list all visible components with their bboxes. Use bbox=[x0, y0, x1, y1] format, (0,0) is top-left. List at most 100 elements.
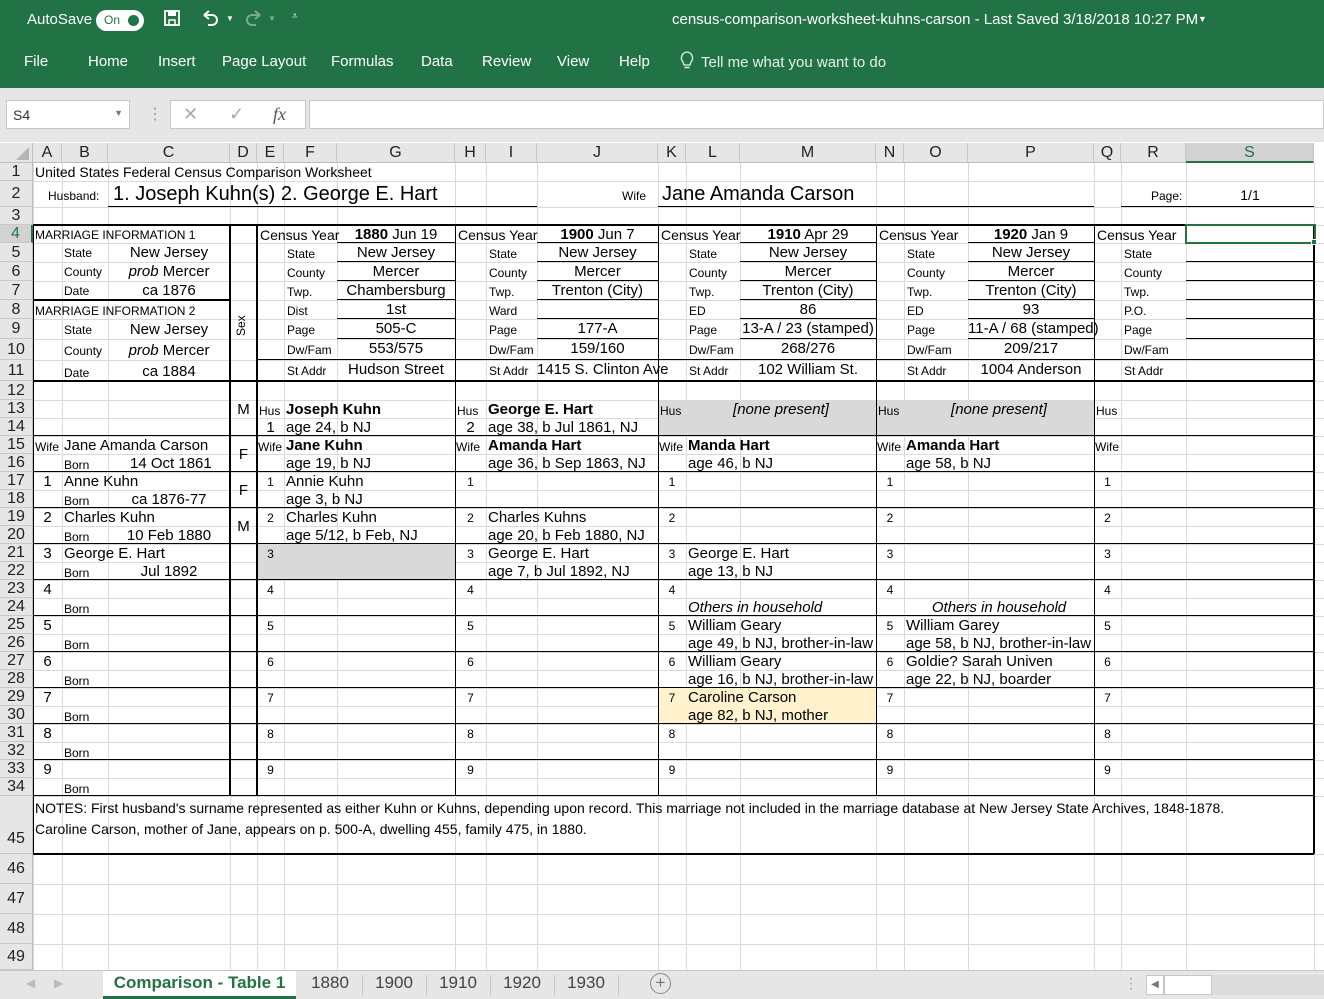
row-header-7[interactable]: 7 bbox=[0, 281, 33, 300]
sheet-tab-comparison-table-1[interactable]: Comparison - Table 1 bbox=[103, 971, 296, 999]
family-wife-name[interactable]: Jane Amanda Carson bbox=[64, 437, 208, 454]
row-header-24[interactable]: 24 bbox=[0, 598, 33, 616]
row-header-48[interactable]: 48 bbox=[0, 914, 33, 944]
row-header-19[interactable]: 19 bbox=[0, 508, 33, 526]
chevron-down-icon[interactable]: ▼ bbox=[114, 108, 123, 118]
wife-value[interactable]: Jane Amanda Carson bbox=[662, 183, 854, 206]
row-header-3[interactable]: 3 bbox=[0, 207, 33, 225]
row-header-21[interactable]: 21 bbox=[0, 544, 33, 562]
tab-help[interactable]: Help bbox=[619, 53, 650, 70]
row-header-26[interactable]: 26 bbox=[0, 634, 33, 652]
tab-page-layout[interactable]: Page Layout bbox=[222, 53, 306, 70]
column-header-e[interactable]: E bbox=[257, 143, 284, 163]
column-header-q[interactable]: Q bbox=[1094, 143, 1121, 163]
column-header-a[interactable]: A bbox=[33, 143, 62, 163]
row-header-22[interactable]: 22 bbox=[0, 562, 33, 580]
row-header-33[interactable]: 33 bbox=[0, 760, 33, 778]
row-header-18[interactable]: 18 bbox=[0, 490, 33, 508]
member-name[interactable]: Goldie? Sarah Univen bbox=[906, 653, 1053, 670]
row-header-23[interactable]: 23 bbox=[0, 580, 33, 598]
autosave-toggle[interactable]: On bbox=[96, 10, 144, 31]
census-field-value[interactable]: Trenton (City) bbox=[968, 282, 1094, 299]
redo-icon[interactable] bbox=[244, 9, 264, 32]
row-header-49[interactable]: 49 bbox=[0, 944, 33, 970]
wife-name[interactable]: Amanda Hart bbox=[906, 437, 999, 454]
formula-input[interactable] bbox=[309, 100, 1324, 129]
enter-icon[interactable]: ✓ bbox=[229, 104, 244, 125]
column-header-s[interactable]: S bbox=[1186, 143, 1314, 163]
hus-detail[interactable]: age 38, b Jul 1861, NJ bbox=[488, 419, 638, 436]
cancel-icon[interactable]: ✕ bbox=[183, 104, 198, 125]
fill-handle[interactable] bbox=[1311, 239, 1317, 245]
member-name[interactable]: Caroline Carson bbox=[688, 689, 796, 706]
row-header-47[interactable]: 47 bbox=[0, 884, 33, 914]
row-header-32[interactable]: 32 bbox=[0, 742, 33, 760]
row-header-28[interactable]: 28 bbox=[0, 670, 33, 688]
member-name[interactable]: Annie Kuhn bbox=[286, 473, 364, 490]
census-field-value[interactable]: 159/160 bbox=[537, 340, 658, 357]
worksheet-title[interactable]: United States Federal Census Comparison … bbox=[35, 164, 372, 180]
hus-sex[interactable]: M bbox=[230, 401, 257, 418]
tab-data[interactable]: Data bbox=[421, 53, 453, 70]
census-field-value[interactable]: Mercer bbox=[537, 263, 658, 280]
notes-line2[interactable]: Caroline Carson, mother of Jane, appears… bbox=[35, 821, 587, 837]
column-header-r[interactable]: R bbox=[1121, 143, 1186, 163]
census-field-value[interactable]: 102 William St. bbox=[740, 361, 876, 378]
child-name[interactable]: Charles Kuhn bbox=[64, 509, 155, 526]
child-born[interactable]: ca 1876-77 bbox=[108, 491, 230, 508]
scroll-tabs-left-icon[interactable]: ◀ bbox=[26, 976, 35, 990]
husband-value[interactable]: 1. Joseph Kuhn(s) 2. George E. Hart bbox=[113, 183, 438, 206]
column-header-h[interactable]: H bbox=[455, 143, 486, 163]
census-field-value[interactable]: Mercer bbox=[740, 263, 876, 280]
column-header-g[interactable]: G bbox=[337, 143, 455, 163]
row-header-5[interactable]: 5 bbox=[0, 243, 33, 262]
tab-home[interactable]: Home bbox=[88, 53, 128, 70]
row-header-27[interactable]: 27 bbox=[0, 652, 33, 670]
column-header-p[interactable]: P bbox=[968, 143, 1094, 163]
undo-icon[interactable] bbox=[200, 9, 220, 32]
row-header-34[interactable]: 34 bbox=[0, 778, 33, 796]
column-header-i[interactable]: I bbox=[486, 143, 537, 163]
scroll-tabs-right-icon[interactable]: ▶ bbox=[54, 976, 63, 990]
insert-function-icon[interactable]: fx bbox=[273, 104, 286, 125]
hus-name[interactable]: George E. Hart bbox=[488, 401, 593, 418]
member-detail[interactable]: age 5/12, b Feb, NJ bbox=[286, 527, 418, 544]
census-field-value[interactable]: Trenton (City) bbox=[537, 282, 658, 299]
tab-file[interactable]: File bbox=[24, 53, 48, 70]
census-field-value[interactable]: 209/217 bbox=[968, 340, 1094, 357]
row-header-45[interactable]: 45 bbox=[0, 796, 33, 854]
wife-detail[interactable]: age 19, b NJ bbox=[286, 455, 371, 472]
column-header-b[interactable]: B bbox=[62, 143, 108, 163]
member-name[interactable]: William Geary bbox=[688, 653, 781, 670]
undo-dropdown-icon[interactable]: ▼ bbox=[226, 14, 234, 23]
row-header-6[interactable]: 6 bbox=[0, 262, 33, 281]
row-header-30[interactable]: 30 bbox=[0, 706, 33, 724]
census-field-value[interactable]: New Jersey bbox=[740, 244, 876, 261]
hscroll-track[interactable] bbox=[1212, 975, 1324, 995]
save-icon[interactable] bbox=[163, 9, 181, 32]
row-header-1[interactable]: 1 bbox=[0, 163, 33, 181]
row-header-46[interactable]: 46 bbox=[0, 854, 33, 884]
census-field-value[interactable]: 1st bbox=[337, 301, 455, 318]
census-field-value[interactable]: 268/276 bbox=[740, 340, 876, 357]
selected-cell-s4[interactable] bbox=[1185, 224, 1316, 244]
column-header-k[interactable]: K bbox=[658, 143, 686, 163]
member-name[interactable]: Charles Kuhns bbox=[488, 509, 586, 526]
member-detail[interactable]: age 49, b NJ, brother-in-law bbox=[688, 635, 873, 652]
hscroll-left-icon[interactable]: ◀ bbox=[1146, 975, 1164, 995]
column-header-c[interactable]: C bbox=[108, 143, 230, 163]
marriage2-county[interactable]: prob Mercer bbox=[108, 342, 230, 359]
census-field-value[interactable]: New Jersey bbox=[537, 244, 658, 261]
name-box[interactable]: S4 ▼ bbox=[6, 100, 130, 129]
sheet-tab-1920[interactable]: 1920 bbox=[490, 971, 554, 999]
row-header-17[interactable]: 17 bbox=[0, 472, 33, 490]
member-detail[interactable]: age 58, b NJ, brother-in-law bbox=[906, 635, 1091, 652]
wife-name[interactable]: Amanda Hart bbox=[488, 437, 581, 454]
census-field-value[interactable]: 177-A bbox=[537, 320, 658, 337]
member-detail[interactable]: age 16, b NJ, brother-in-law bbox=[688, 671, 873, 688]
family-wife-born[interactable]: 14 Oct 1861 bbox=[130, 455, 212, 472]
column-header-o[interactable]: O bbox=[904, 143, 968, 163]
census-field-value[interactable]: 553/575 bbox=[337, 340, 455, 357]
member-name[interactable]: George E. Hart bbox=[688, 545, 789, 562]
member-detail[interactable]: age 82, b NJ, mother bbox=[688, 707, 828, 724]
